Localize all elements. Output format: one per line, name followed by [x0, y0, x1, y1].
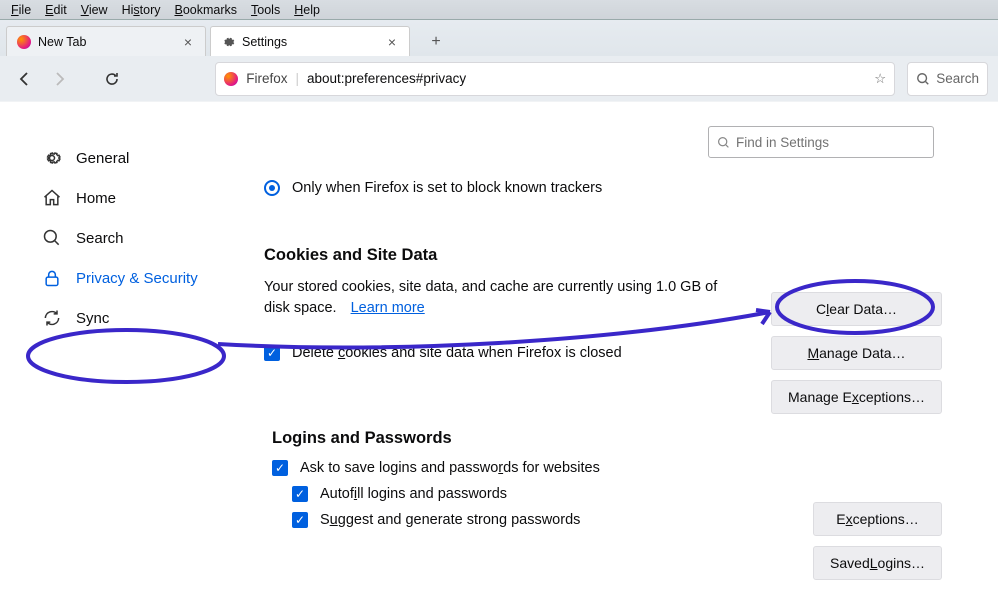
close-icon[interactable]: ×	[385, 34, 399, 50]
reload-button[interactable]	[97, 64, 127, 94]
home-icon	[42, 188, 62, 208]
sidebar-item-sync[interactable]: Sync	[40, 298, 220, 338]
menu-bar: File Edit View History Bookmarks Tools H…	[0, 0, 998, 20]
clear-data-button[interactable]: Clear Data…	[771, 292, 942, 326]
sidebar-item-label: General	[76, 150, 129, 167]
checkbox-autofill[interactable]: ✓ Autofill logins and passwords	[292, 486, 934, 502]
radio-icon	[264, 180, 280, 196]
search-icon	[42, 228, 62, 248]
forward-button[interactable]	[44, 64, 74, 94]
tab-new-tab[interactable]: New Tab ×	[6, 26, 206, 56]
settings-content: General Home Search Privacy & Security S…	[0, 102, 998, 602]
cookies-description: Your stored cookies, site data, and cach…	[264, 277, 734, 319]
back-button[interactable]	[10, 64, 40, 94]
checkbox-ask-save-logins[interactable]: ✓ Ask to save logins and passwords for w…	[272, 460, 934, 476]
sidebar-item-search[interactable]: Search	[40, 218, 220, 258]
gear-icon	[42, 148, 62, 168]
tab-settings[interactable]: Settings ×	[210, 26, 410, 56]
find-placeholder: Find in Settings	[736, 135, 829, 150]
settings-sidebar: General Home Search Privacy & Security S…	[0, 102, 236, 602]
radio-label: Only when Firefox is set to block known …	[292, 180, 602, 196]
url-bar[interactable]: Firefox | about:preferences#privacy ☆	[215, 62, 895, 96]
manage-data-button[interactable]: Manage Data…	[771, 336, 942, 370]
menu-edit[interactable]: Edit	[38, 1, 74, 19]
checkbox-icon: ✓	[272, 460, 288, 476]
tab-label: New Tab	[38, 35, 86, 49]
lock-icon	[42, 268, 62, 288]
sidebar-item-label: Search	[76, 230, 124, 247]
learn-more-link[interactable]: Learn more	[351, 300, 425, 316]
sidebar-item-label: Sync	[76, 310, 109, 327]
checkbox-icon: ✓	[292, 486, 308, 502]
tab-label: Settings	[242, 35, 287, 49]
close-icon[interactable]: ×	[181, 34, 195, 50]
bookmark-star-icon[interactable]: ☆	[874, 71, 886, 87]
sidebar-item-privacy[interactable]: Privacy & Security	[40, 258, 220, 298]
sync-icon	[42, 308, 62, 328]
gear-icon	[221, 35, 235, 49]
heading-cookies: Cookies and Site Data	[264, 246, 934, 265]
search-icon	[717, 136, 730, 149]
sidebar-item-general[interactable]: General	[40, 138, 220, 178]
manage-exceptions-button[interactable]: Manage Exceptions…	[771, 380, 942, 414]
urlbar-brand: Firefox	[246, 71, 287, 86]
settings-main: Find in Settings Only when Firefox is se…	[236, 102, 998, 602]
menu-bookmarks[interactable]: Bookmarks	[168, 1, 245, 19]
saved-logins-button[interactable]: Saved Logins…	[813, 546, 942, 580]
checkbox-icon: ✓	[292, 512, 308, 528]
urlbar-url: about:preferences#privacy	[307, 71, 466, 86]
firefox-favicon-icon	[17, 35, 31, 49]
sidebar-item-label: Home	[76, 190, 116, 207]
menu-view[interactable]: View	[74, 1, 115, 19]
toolbar: Firefox | about:preferences#privacy ☆ Se…	[0, 56, 998, 102]
menu-file[interactable]: File	[4, 1, 38, 19]
menu-history[interactable]: History	[115, 1, 168, 19]
search-icon	[916, 72, 930, 86]
tab-strip: New Tab × Settings × +	[0, 20, 998, 56]
menu-tools[interactable]: Tools	[244, 1, 287, 19]
new-tab-button[interactable]: +	[422, 28, 450, 56]
find-in-settings-input[interactable]: Find in Settings	[708, 126, 934, 158]
radio-block-trackers[interactable]: Only when Firefox is set to block known …	[264, 180, 934, 196]
checkbox-icon: ✓	[264, 345, 280, 361]
sidebar-item-home[interactable]: Home	[40, 178, 220, 218]
sidebar-item-label: Privacy & Security	[76, 270, 198, 287]
searchbar-placeholder: Search	[936, 71, 979, 86]
heading-logins: Logins and Passwords	[272, 429, 934, 448]
menu-help[interactable]: Help	[287, 1, 327, 19]
search-bar[interactable]: Search	[907, 62, 988, 96]
firefox-favicon-icon	[224, 72, 238, 86]
logins-exceptions-button[interactable]: Exceptions…	[813, 502, 942, 536]
